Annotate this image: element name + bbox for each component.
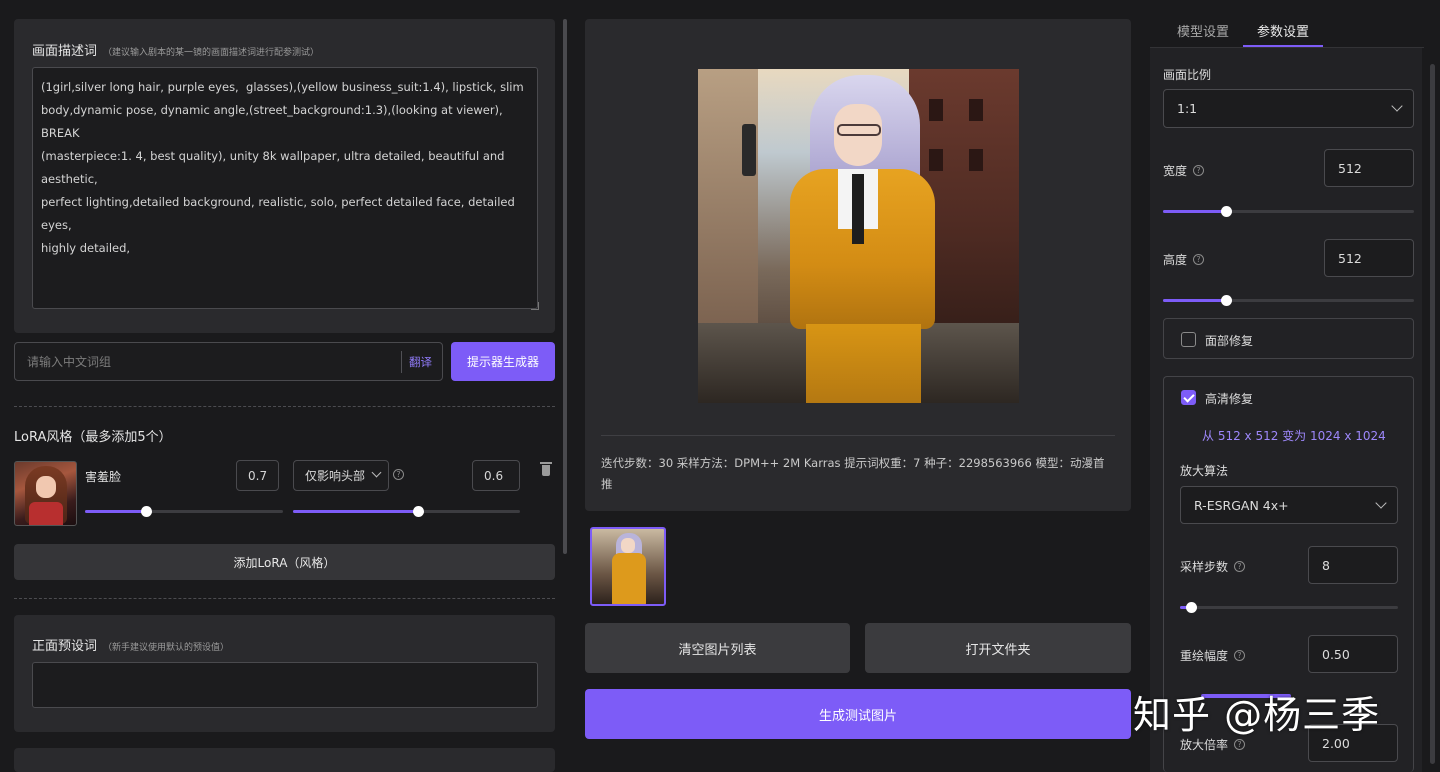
add-lora-button[interactable]: 添加LoRA（风格） — [14, 544, 555, 580]
app-root: 画面描述词 （建议输入剧本的某一镜的画面描述词进行配参测试） (1girl,si… — [0, 0, 1440, 772]
hires-fix-checkbox[interactable] — [1181, 390, 1196, 405]
lora-weight-input[interactable]: 0.7 — [236, 460, 279, 491]
lora-mode-weight-slider[interactable] — [293, 506, 520, 517]
face-restore-box: 面部修复 — [1163, 318, 1414, 359]
trash-icon[interactable] — [540, 462, 552, 476]
hires-fix-info: 从 512 x 512 变为 1024 x 1024 — [1202, 429, 1386, 443]
chinese-phrase-input-group: 翻译 — [14, 342, 443, 381]
clear-image-list-button[interactable]: 清空图片列表 — [585, 623, 850, 673]
slider-knob[interactable] — [1185, 602, 1197, 613]
tab-parameter-settings[interactable]: 参数设置 — [1243, 17, 1324, 47]
input-divider — [401, 351, 402, 373]
chevron-down-icon — [371, 467, 382, 478]
height-input[interactable]: 512 — [1324, 239, 1414, 277]
sampling-steps-input[interactable]: 8 — [1308, 546, 1398, 584]
image-thumbnail-selected[interactable] — [590, 527, 666, 606]
help-icon[interactable]: ? — [1193, 165, 1205, 176]
section-divider — [14, 598, 555, 599]
upscaler-select[interactable]: R-ESRGAN 4x+ — [1180, 486, 1398, 524]
help-icon[interactable]: ? — [1234, 739, 1246, 750]
help-icon[interactable]: ? — [1234, 561, 1246, 572]
lora-mode-value: 仅影响头部 — [305, 469, 366, 483]
width-label: 宽度? — [1163, 162, 1205, 179]
width-slider[interactable] — [1163, 206, 1414, 217]
generation-info: 迭代步数：30 采样方法：DPM++ 2M Karras 提示词权重：7 种子：… — [601, 456, 1105, 491]
chevron-down-icon — [1391, 100, 1403, 112]
right-scrollbar[interactable] — [1430, 64, 1435, 764]
prompt-textarea[interactable]: (1girl,silver long hair, purple eyes, gl… — [32, 67, 538, 309]
positive-preset-textarea[interactable] — [32, 662, 538, 708]
ratio-label: 画面比例 — [1163, 68, 1212, 82]
left-scrollbar[interactable] — [563, 19, 567, 554]
prompt-card: 画面描述词 （建议输入剧本的某一镜的画面描述词进行配参测试） (1girl,si… — [14, 19, 555, 333]
tab-model-settings[interactable]: 模型设置 — [1163, 17, 1243, 47]
lora-name: 害羞脸 — [85, 470, 122, 484]
generate-test-image-button[interactable]: 生成测试图片 — [585, 689, 1131, 739]
slider-knob[interactable] — [141, 506, 153, 517]
watermark: 知乎 @杨三季 — [1133, 693, 1381, 737]
positive-preset-title: 正面预设词 — [32, 639, 98, 654]
sampling-steps-label: 采样步数? — [1180, 558, 1246, 575]
next-section-card — [14, 748, 555, 772]
resize-grip-icon[interactable] — [531, 302, 539, 310]
tabs-divider — [1150, 47, 1424, 48]
prompt-header: 画面描述词 （建议输入剧本的某一镜的画面描述词进行配参测试） — [32, 40, 319, 59]
positive-preset-header: 正面预设词 （新手建议使用默认的预设值） — [32, 635, 229, 654]
upscaler-label: 放大算法 — [1180, 464, 1229, 478]
positive-preset-card: 正面预设词 （新手建议使用默认的预设值） — [14, 615, 555, 732]
section-divider — [14, 406, 555, 407]
chevron-down-icon — [1375, 497, 1387, 509]
open-folder-button[interactable]: 打开文件夹 — [865, 623, 1131, 673]
width-input[interactable]: 512 — [1324, 149, 1414, 187]
face-restore-checkbox[interactable] — [1181, 332, 1196, 347]
lora-mode-weight-input[interactable]: 0.6 — [472, 460, 520, 491]
lora-section-title: LoRA风格（最多添加5个） — [14, 430, 172, 445]
height-slider[interactable] — [1163, 295, 1414, 306]
sampling-steps-slider[interactable] — [1180, 602, 1398, 613]
slider-knob[interactable] — [1220, 206, 1232, 217]
prompt-hint: （建议输入剧本的某一镜的画面描述词进行配参测试） — [103, 48, 320, 58]
ratio-select[interactable]: 1:1 — [1163, 89, 1414, 128]
lora-weight-slider[interactable] — [85, 506, 283, 517]
upscaler-value: R-ESRGAN 4x+ — [1194, 497, 1289, 513]
height-label: 高度? — [1163, 251, 1205, 268]
prompt-generator-button[interactable]: 提示器生成器 — [451, 342, 555, 381]
info-divider — [601, 435, 1115, 436]
ratio-value: 1:1 — [1177, 101, 1198, 116]
lora-mode-select[interactable]: 仅影响头部 — [293, 460, 389, 491]
denoise-input[interactable]: 0.50 — [1308, 635, 1398, 673]
hires-fix-label: 高清修复 — [1205, 392, 1254, 406]
chinese-phrase-input[interactable] — [15, 343, 401, 380]
help-icon[interactable]: ? — [1193, 254, 1205, 265]
help-icon[interactable]: ? — [1234, 650, 1246, 661]
settings-tabs: 模型设置 参数设置 — [1163, 17, 1324, 47]
slider-knob[interactable] — [1220, 295, 1232, 306]
translate-button[interactable]: 翻译 — [409, 354, 432, 370]
slider-knob[interactable] — [412, 506, 424, 517]
help-icon[interactable]: ? — [393, 469, 404, 480]
lora-thumbnail — [14, 461, 77, 526]
positive-preset-hint: （新手建议使用默认的预设值） — [103, 643, 230, 653]
generated-image — [698, 69, 1019, 403]
prompt-title: 画面描述词 — [32, 44, 98, 59]
face-restore-label: 面部修复 — [1205, 334, 1254, 348]
denoise-label: 重绘幅度? — [1180, 647, 1246, 664]
